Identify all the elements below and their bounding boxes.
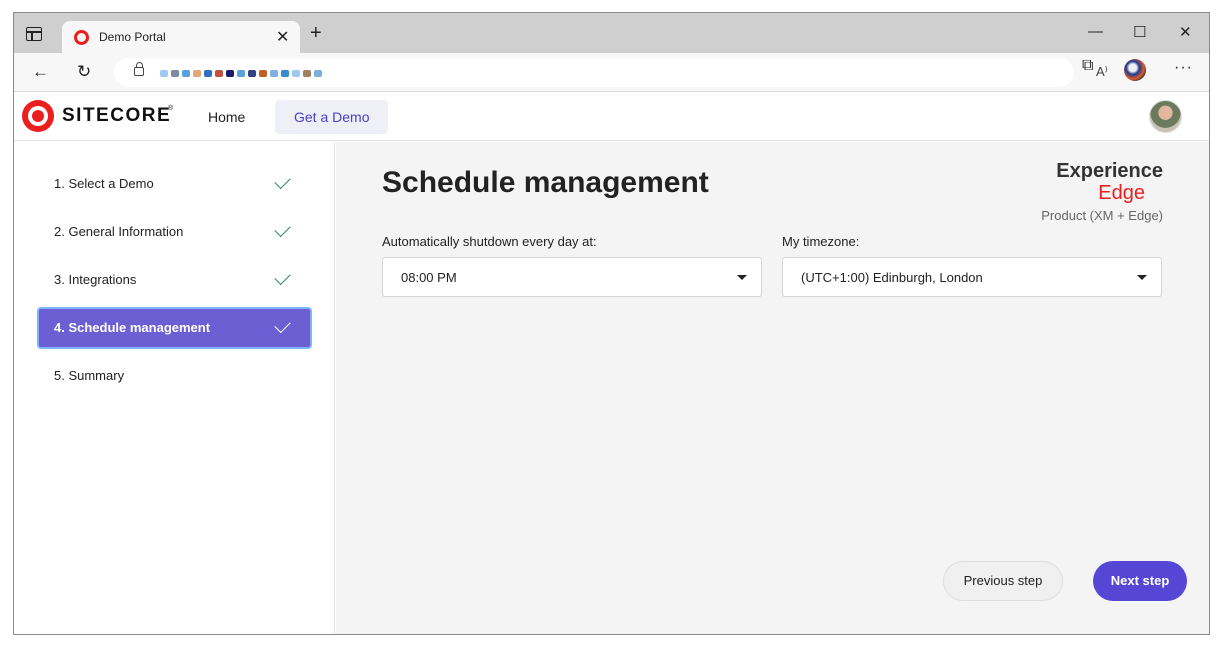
browser-toolbar: ← ↻ A⁾ ☆ ⧉ ··· <box>14 53 1209 92</box>
product-name-line1: Experience <box>1056 160 1163 182</box>
browser-tab[interactable]: Demo Portal ✕ <box>62 21 300 53</box>
step-integrations[interactable]: 3. Integrations <box>37 259 312 301</box>
step-summary[interactable]: 5. Summary <box>37 355 312 397</box>
minimize-button[interactable]: — <box>1088 23 1103 40</box>
new-tab-button[interactable]: + <box>310 23 322 43</box>
timezone-value: (UTC+1:00) Edinburgh, London <box>801 270 983 285</box>
tab-close-icon[interactable]: ✕ <box>276 27 289 47</box>
step-label: 3. Integrations <box>54 272 137 287</box>
sitecore-logo-icon[interactable] <box>22 100 54 132</box>
read-aloud-icon[interactable]: A⁾ <box>1096 64 1108 80</box>
step-label: 5. Summary <box>54 368 125 383</box>
checkmark-icon <box>274 220 291 238</box>
checkmark-icon <box>274 316 291 334</box>
logo-trademark: ® <box>168 105 174 112</box>
caret-down-icon <box>1137 275 1147 280</box>
more-menu-icon[interactable]: ··· <box>1174 59 1193 77</box>
address-bar[interactable]: A⁾ ☆ <box>114 58 1144 87</box>
previous-step-button[interactable]: Previous step <box>943 561 1063 601</box>
shutdown-label: Automatically shutdown every day at: <box>382 234 597 249</box>
lock-icon[interactable] <box>134 62 144 76</box>
main-content: Schedule management Experience Edge Prod… <box>336 142 1209 634</box>
shutdown-time-select[interactable]: 08:00 PM <box>382 257 762 297</box>
site-header: SITECORE ® Home Get a Demo <box>14 93 1209 141</box>
back-icon[interactable]: ← <box>32 62 49 82</box>
timezone-label: My timezone: <box>782 234 860 249</box>
step-label: 1. Select a Demo <box>54 176 154 191</box>
step-select-demo[interactable]: 1. Select a Demo <box>37 163 312 205</box>
checkmark-icon <box>274 268 291 286</box>
product-subtitle: Product (XM + Edge) <box>1041 208 1163 223</box>
product-name-line2: Edge <box>1098 182 1145 204</box>
page-title: Schedule management <box>382 166 709 199</box>
step-schedule-management[interactable]: 4. Schedule management <box>37 307 312 349</box>
nav-get-a-demo[interactable]: Get a Demo <box>275 100 389 134</box>
browser-window: Demo Portal ✕ + — ☐ ✕ ← ↻ A⁾ ☆ ⧉ ··· SIT… <box>13 12 1210 635</box>
refresh-icon[interactable]: ↻ <box>77 62 91 82</box>
steps-sidebar: 1. Select a Demo 2. General Information … <box>14 142 335 634</box>
extension-icon[interactable] <box>1124 59 1146 81</box>
avatar[interactable] <box>1149 100 1182 133</box>
logo-text[interactable]: SITECORE <box>62 105 171 127</box>
close-window-button[interactable]: ✕ <box>1179 23 1192 41</box>
checkmark-icon <box>274 172 291 190</box>
shutdown-time-value: 08:00 PM <box>401 270 457 285</box>
step-label: 2. General Information <box>54 224 184 239</box>
step-label: 4. Schedule management <box>54 320 211 335</box>
step-general-information[interactable]: 2. General Information <box>37 211 312 253</box>
tab-title: Demo Portal <box>99 30 166 44</box>
next-step-button[interactable]: Next step <box>1093 561 1187 601</box>
maximize-button[interactable]: ☐ <box>1133 23 1146 41</box>
tab-strip: Demo Portal ✕ + — ☐ ✕ <box>14 13 1209 53</box>
url-redacted <box>160 68 322 78</box>
timezone-select[interactable]: (UTC+1:00) Edinburgh, London <box>782 257 1162 297</box>
favicon-icon <box>74 30 89 45</box>
collections-icon[interactable]: ⧉ <box>1082 57 1093 75</box>
caret-down-icon <box>737 275 747 280</box>
nav-home[interactable]: Home <box>194 100 259 134</box>
tab-actions-icon[interactable] <box>26 27 42 41</box>
